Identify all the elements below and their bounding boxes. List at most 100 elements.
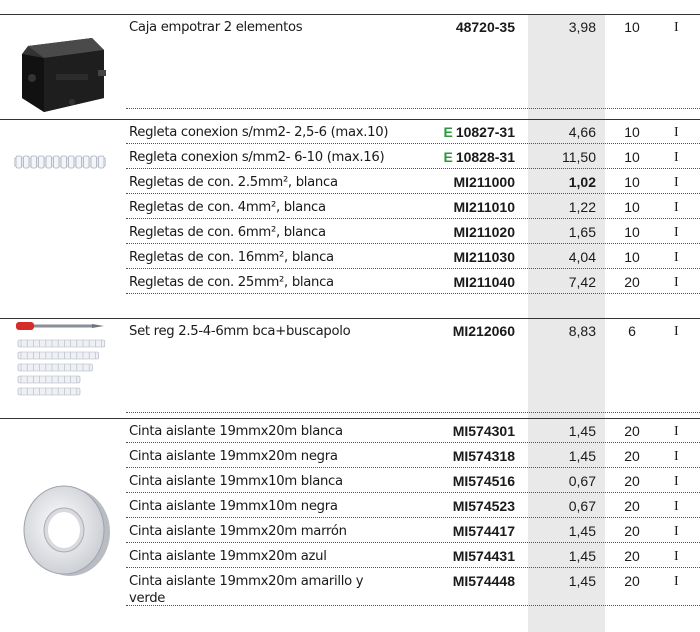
product-row: Regletas de con. 6mm², blanca MI211020 1,6… bbox=[126, 219, 700, 244]
product-row: Caja empotrar 2 elementos 48720-35 3,98 10 I bbox=[126, 14, 700, 109]
pack-quantity: 10 bbox=[624, 124, 640, 140]
junction-box-image bbox=[14, 32, 110, 121]
product-row: Cinta aislante 19mmx20m amarillo y verde… bbox=[126, 568, 700, 606]
product-code: MI574523 bbox=[453, 498, 515, 515]
product-group: Cinta aislante 19mmx20m blanca MI574301 1,… bbox=[0, 418, 700, 606]
product-price: 7,42 bbox=[568, 274, 596, 290]
product-description: Regletas de con. 4mm², blanca bbox=[129, 200, 326, 215]
unit-mark: I bbox=[674, 549, 679, 564]
product-row: Cinta aislante 19mmx20m negra MI574318 1,4… bbox=[126, 443, 700, 468]
pack-quantity: 20 bbox=[624, 498, 640, 514]
product-price: 11,50 bbox=[562, 149, 596, 165]
product-description: Cinta aislante 19mmx20m marrón bbox=[129, 524, 347, 539]
pack-quantity: 10 bbox=[624, 19, 640, 35]
product-code: MI211010 bbox=[454, 199, 516, 216]
pack-quantity: 20 bbox=[624, 548, 640, 564]
product-code: MI574431 bbox=[453, 548, 515, 565]
product-description: Cinta aislante 19mmx20m azul bbox=[129, 549, 327, 564]
product-code: 48720-35 bbox=[456, 19, 515, 36]
product-catalog: Caja empotrar 2 elementos 48720-35 3,98 10 I… bbox=[0, 0, 700, 632]
product-group: Regleta conexion s/mm2- 2,5-6 (max.10) E 1… bbox=[0, 119, 700, 294]
product-code: MI574417 bbox=[453, 523, 515, 540]
unit-mark: I bbox=[674, 125, 679, 140]
unit-mark: I bbox=[674, 574, 679, 589]
product-group: Caja empotrar 2 elementos 48720-35 3,98 10 I bbox=[0, 14, 700, 112]
product-code-value: MI574523 bbox=[452, 498, 515, 514]
unit-mark: I bbox=[674, 499, 679, 514]
unit-mark: I bbox=[674, 324, 679, 339]
product-price: 1,65 bbox=[568, 224, 596, 240]
product-code-value: 10827-31 bbox=[455, 124, 515, 140]
product-code-value: MI574431 bbox=[452, 548, 515, 564]
product-row: Cinta aislante 19mmx20m blanca MI574301 1,… bbox=[126, 418, 700, 443]
product-row: Set reg 2.5-4-6mm bca+buscapolo MI212060 8… bbox=[126, 318, 700, 413]
product-code-value: MI211000 bbox=[453, 174, 516, 190]
terminal-set-screwdriver-image bbox=[14, 318, 106, 403]
unit-mark: I bbox=[674, 250, 679, 265]
product-code-value: MI574318 bbox=[452, 448, 515, 464]
product-description: Regletas de con. 16mm², blanca bbox=[129, 250, 334, 265]
pack-quantity: 20 bbox=[624, 423, 640, 439]
product-code-value: 10828-31 bbox=[455, 149, 515, 165]
product-code: MI574318 bbox=[453, 448, 515, 465]
pack-quantity: 10 bbox=[624, 149, 640, 165]
product-price: 4,04 bbox=[568, 249, 596, 265]
unit-mark: I bbox=[674, 449, 679, 464]
product-code-value: MI211020 bbox=[453, 224, 516, 240]
pack-quantity: 20 bbox=[624, 573, 640, 589]
product-description: Regletas de con. 6mm², blanca bbox=[129, 225, 326, 240]
pack-quantity: 20 bbox=[624, 523, 640, 539]
unit-mark: I bbox=[674, 275, 679, 290]
unit-mark: I bbox=[674, 20, 679, 35]
product-price: 4,66 bbox=[568, 124, 596, 140]
product-code: MI574516 bbox=[453, 473, 515, 490]
insulating-tape-image bbox=[18, 480, 114, 585]
product-price: 1,45 bbox=[568, 523, 596, 539]
product-code-value: MI211040 bbox=[453, 274, 516, 290]
product-code: MI211020 bbox=[454, 224, 516, 241]
product-row: Regletas de con. 4mm², blanca MI211010 1,2… bbox=[126, 194, 700, 219]
product-row: Cinta aislante 19mmx20m azul MI574431 1,45… bbox=[126, 543, 700, 568]
product-code: E 10828-31 bbox=[443, 149, 515, 166]
product-price: 1,02 bbox=[568, 174, 596, 190]
product-row: Cinta aislante 19mmx20m marrón MI574417 1,… bbox=[126, 518, 700, 543]
product-code-value: MI574301 bbox=[452, 423, 515, 439]
product-price: 1,45 bbox=[568, 573, 596, 589]
product-description: Cinta aislante 19mmx10m negra bbox=[129, 499, 338, 514]
product-code: MI574301 bbox=[453, 423, 515, 440]
unit-mark: I bbox=[674, 225, 679, 240]
row-divider bbox=[126, 108, 700, 109]
product-code: MI211000 bbox=[454, 174, 516, 191]
product-row: Cinta aislante 19mmx10m blanca MI574516 0,… bbox=[126, 468, 700, 493]
product-row: Regletas de con. 16mm², blanca MI211030 4,… bbox=[126, 244, 700, 269]
pack-quantity: 20 bbox=[624, 274, 640, 290]
product-row: Regleta conexion s/mm2- 2,5-6 (max.10) E 1… bbox=[126, 119, 700, 144]
pack-quantity: 10 bbox=[624, 224, 640, 240]
unit-mark: I bbox=[674, 200, 679, 215]
product-code-value: MI574516 bbox=[452, 473, 515, 489]
product-description: Cinta aislante 19mmx20m amarillo y verde bbox=[129, 574, 364, 606]
unit-mark: I bbox=[674, 424, 679, 439]
product-price: 8,83 bbox=[568, 323, 596, 339]
terminal-strip-image bbox=[13, 155, 107, 174]
product-row: Regletas de con. 25mm², blanca MI211040 7,… bbox=[126, 269, 700, 294]
row-divider bbox=[126, 605, 700, 606]
product-code: MI211040 bbox=[454, 274, 516, 291]
pack-quantity: 10 bbox=[624, 174, 640, 190]
unit-mark: I bbox=[674, 150, 679, 165]
product-row: Cinta aislante 19mmx10m negra MI574523 0,6… bbox=[126, 493, 700, 518]
pack-quantity: 10 bbox=[624, 199, 640, 215]
unit-mark: I bbox=[674, 175, 679, 190]
product-row: Regletas de con. 2.5mm², blanca MI211000 1… bbox=[126, 169, 700, 194]
product-code: MI574448 bbox=[453, 573, 515, 590]
pack-quantity: 10 bbox=[624, 249, 640, 265]
product-code-value: MI574417 bbox=[452, 523, 515, 539]
product-description: Regleta conexion s/mm2- 2,5-6 (max.10) bbox=[129, 125, 389, 140]
product-group: Set reg 2.5-4-6mm bca+buscapolo MI212060 8… bbox=[0, 318, 700, 413]
eco-badge: E bbox=[443, 149, 453, 165]
product-price: 0,67 bbox=[568, 498, 596, 514]
row-divider bbox=[126, 412, 700, 413]
product-code-value: 48720-35 bbox=[455, 19, 515, 35]
product-description: Cinta aislante 19mmx20m blanca bbox=[129, 424, 343, 439]
product-description: Cinta aislante 19mmx10m blanca bbox=[129, 474, 343, 489]
